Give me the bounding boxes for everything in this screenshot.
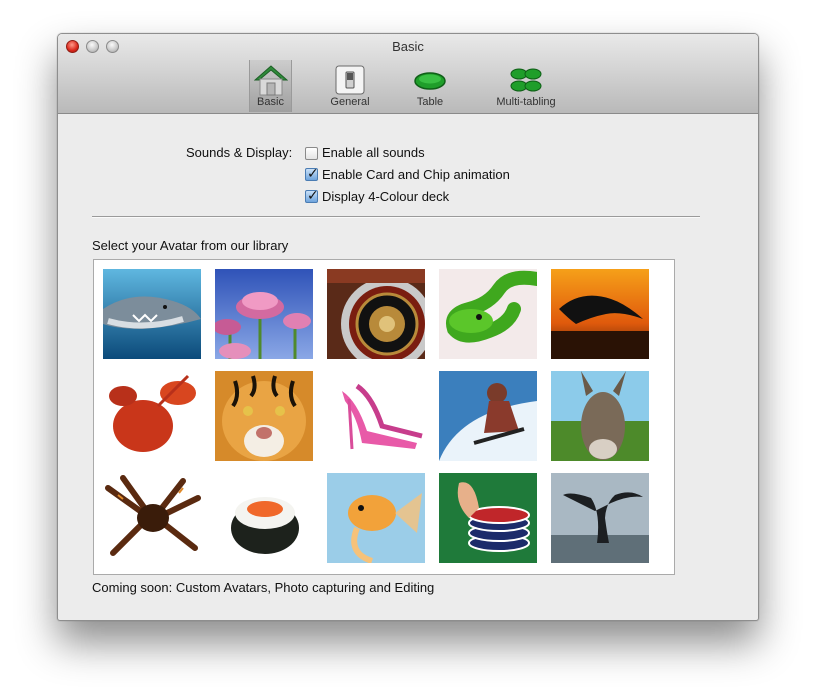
window-title: Basic: [392, 39, 424, 54]
section-divider: [92, 216, 700, 218]
checkmark-icon: ✓: [307, 165, 319, 181]
tab-basic[interactable]: Basic: [249, 60, 292, 112]
avatar-lobster[interactable]: [103, 371, 201, 461]
avatar-sushi[interactable]: [215, 473, 313, 563]
house-icon: [253, 64, 288, 99]
avatar-heading: Select your Avatar from our library: [92, 238, 289, 253]
avatar-whale-tail[interactable]: [551, 473, 649, 563]
avatar-poker-chips[interactable]: [439, 473, 537, 563]
multi-table-icon: [509, 64, 543, 99]
checkmark-icon: ✓: [307, 187, 319, 203]
avatar-tarantula[interactable]: [103, 473, 201, 563]
avatar-dolphin-sunset[interactable]: [551, 269, 649, 359]
avatar-pink-heels[interactable]: [327, 371, 425, 461]
enable-sounds-checkbox[interactable]: [305, 147, 318, 160]
poker-table-icon: [413, 64, 447, 99]
avatar-green-snake[interactable]: [439, 269, 537, 359]
basic-pane: Sounds & Display: Enable all sounds ✓ En…: [58, 114, 758, 620]
avatar-shark[interactable]: [103, 269, 201, 359]
four-colour-deck-checkbox[interactable]: ✓: [305, 187, 319, 203]
avatar-roulette[interactable]: [327, 269, 425, 359]
tab-general[interactable]: General: [320, 60, 380, 112]
avatar-flowers[interactable]: [215, 269, 313, 359]
card-chip-animation-checkbox[interactable]: ✓: [305, 165, 319, 181]
avatar-grid: [93, 259, 675, 575]
card-chip-animation-label[interactable]: Enable Card and Chip animation: [322, 167, 510, 182]
tab-multi-tabling[interactable]: Multi-tabling: [487, 60, 565, 112]
avatar-goldfish[interactable]: [327, 473, 425, 563]
sounds-display-label: Sounds & Display:: [186, 145, 293, 160]
avatar-tiger[interactable]: [215, 371, 313, 461]
four-colour-deck-label[interactable]: Display 4-Colour deck: [322, 189, 449, 204]
avatar-snowboarder[interactable]: [439, 371, 537, 461]
tab-table[interactable]: Table: [405, 60, 455, 112]
preferences-window: Basic Basic General Table Multi-tabling …: [57, 33, 759, 621]
coming-soon-note: Coming soon: Custom Avatars, Photo captu…: [92, 580, 435, 595]
enable-sounds-label[interactable]: Enable all sounds: [322, 145, 425, 160]
title-bar: Basic Basic General Table Multi-tabling: [58, 34, 758, 114]
switch-icon: [334, 64, 366, 99]
avatar-donkey[interactable]: [551, 371, 649, 461]
